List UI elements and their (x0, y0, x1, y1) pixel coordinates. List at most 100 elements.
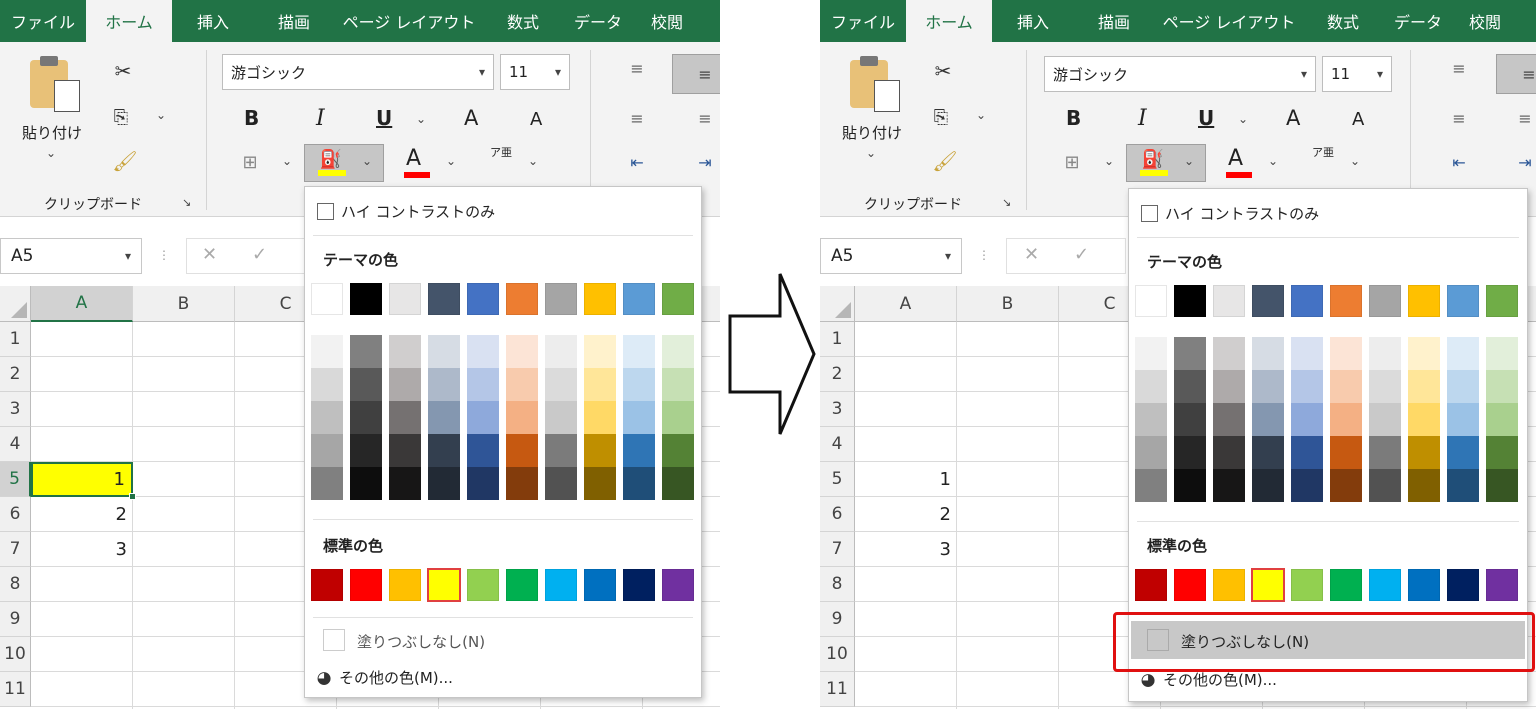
copy-dropdown-icon[interactable]: ⌄ (976, 108, 986, 122)
high-contrast-checkbox[interactable] (317, 203, 334, 220)
theme-shade-swatch[interactable] (350, 467, 382, 500)
standard-color-swatch[interactable] (623, 569, 655, 601)
theme-shade-swatch[interactable] (428, 434, 460, 467)
font-color-dropdown-icon[interactable]: ⌄ (1268, 154, 1278, 168)
clipboard-launcher-icon[interactable]: ↘ (182, 196, 191, 209)
theme-shade-swatch[interactable] (1213, 337, 1245, 370)
theme-color-swatch[interactable] (350, 283, 382, 315)
theme-color-swatch[interactable] (506, 283, 538, 315)
theme-shade-swatch[interactable] (389, 467, 421, 500)
align-top-icon[interactable]: ≡ (622, 56, 652, 80)
cell-a5[interactable]: 1 (855, 462, 957, 497)
row-header-3[interactable]: 3 (820, 392, 855, 427)
theme-shade-swatch[interactable] (311, 368, 343, 401)
decrease-indent-icon[interactable]: ⇤ (1444, 150, 1474, 174)
paste-dropdown-icon[interactable]: ⌄ (866, 146, 876, 160)
cancel-icon[interactable]: ✕ (202, 244, 217, 265)
tab-draw[interactable]: 描画 (254, 0, 334, 42)
align-center-icon[interactable]: ≡ (1510, 106, 1536, 130)
theme-shade-swatch[interactable] (1369, 337, 1401, 370)
theme-shade-swatch[interactable] (1408, 370, 1440, 403)
theme-shade-swatch[interactable] (1174, 370, 1206, 403)
theme-color-swatch[interactable] (311, 283, 343, 315)
standard-color-swatch[interactable] (1330, 569, 1362, 601)
increase-indent-icon[interactable]: ⇥ (690, 150, 720, 174)
row-header-1[interactable]: 1 (820, 322, 855, 357)
standard-color-swatch[interactable] (427, 568, 461, 602)
column-header-a[interactable]: A (31, 286, 133, 322)
borders-dropdown-icon[interactable]: ⌄ (1104, 154, 1114, 168)
row-header-10[interactable]: 10 (820, 637, 855, 672)
theme-shade-swatch[interactable] (506, 401, 538, 434)
theme-shade-swatch[interactable] (1291, 337, 1323, 370)
theme-shade-swatch[interactable] (662, 467, 694, 500)
theme-color-swatch[interactable] (1330, 285, 1362, 317)
borders-icon[interactable]: ⊞ (1058, 148, 1086, 176)
theme-shade-swatch[interactable] (506, 467, 538, 500)
standard-color-swatch[interactable] (1213, 569, 1245, 601)
cell-a6[interactable]: 2 (855, 497, 957, 532)
paste-icon[interactable] (846, 56, 906, 116)
phonetic-button[interactable]: ア亜 (490, 147, 512, 158)
theme-shade-swatch[interactable] (389, 401, 421, 434)
high-contrast-label[interactable]: ハイ コントラストのみ (341, 201, 495, 222)
name-box[interactable]: A5 ▾ (0, 238, 142, 274)
tab-file[interactable]: ファイル (0, 0, 86, 42)
theme-shade-swatch[interactable] (1486, 337, 1518, 370)
theme-shade-swatch[interactable] (545, 335, 577, 368)
row-header-11[interactable]: 11 (820, 672, 855, 707)
format-painter-icon[interactable]: 🖌 (110, 146, 140, 176)
no-fill-option[interactable]: 塗りつぶしなし(N) (1181, 631, 1309, 652)
theme-shade-swatch[interactable] (545, 467, 577, 500)
align-left-icon[interactable]: ≡ (622, 106, 652, 130)
theme-shade-swatch[interactable] (1135, 337, 1167, 370)
theme-shade-swatch[interactable] (350, 401, 382, 434)
no-fill-option[interactable]: 塗りつぶしなし(N) (357, 631, 485, 652)
font-name-box[interactable]: 游ゴシック ▾ (222, 54, 494, 90)
theme-shade-swatch[interactable] (1213, 403, 1245, 436)
chevron-down-icon[interactable]: ▾ (125, 249, 131, 263)
theme-shade-swatch[interactable] (1447, 469, 1479, 502)
theme-shade-swatch[interactable] (1447, 370, 1479, 403)
copy-dropdown-icon[interactable]: ⌄ (156, 108, 166, 122)
theme-shade-swatch[interactable] (1135, 370, 1167, 403)
theme-shade-swatch[interactable] (467, 335, 499, 368)
standard-color-swatch[interactable] (389, 569, 421, 601)
tab-file[interactable]: ファイル (820, 0, 906, 42)
italic-button[interactable]: I (1138, 106, 1147, 131)
italic-button[interactable]: I (316, 106, 325, 131)
standard-color-swatch[interactable] (1486, 569, 1518, 601)
row-header-7[interactable]: 7 (0, 532, 31, 567)
theme-shade-swatch[interactable] (662, 401, 694, 434)
theme-shade-swatch[interactable] (1213, 370, 1245, 403)
theme-color-swatch[interactable] (1291, 285, 1323, 317)
tab-review[interactable]: 校閲 (1454, 0, 1516, 42)
align-left-icon[interactable]: ≡ (1444, 106, 1474, 130)
copy-icon[interactable]: ⎘ (106, 102, 136, 132)
name-box[interactable]: A5 ▾ (820, 238, 962, 274)
theme-color-swatch[interactable] (1252, 285, 1284, 317)
theme-shade-swatch[interactable] (1252, 370, 1284, 403)
high-contrast-label[interactable]: ハイ コントラストのみ (1165, 203, 1319, 224)
standard-color-swatch[interactable] (584, 569, 616, 601)
row-header-5[interactable]: 5 (0, 462, 31, 497)
standard-color-swatch[interactable] (1174, 569, 1206, 601)
paste-label[interactable]: 貼り付け (842, 122, 902, 143)
no-fill-swatch[interactable] (323, 629, 345, 651)
theme-shade-swatch[interactable] (1369, 403, 1401, 436)
underline-dropdown-icon[interactable]: ⌄ (1238, 112, 1248, 126)
font-size-box[interactable]: 11 ▾ (500, 54, 570, 90)
theme-shade-swatch[interactable] (1174, 337, 1206, 370)
theme-shade-swatch[interactable] (1486, 469, 1518, 502)
font-size-box[interactable]: 11 ▾ (1322, 56, 1392, 92)
borders-icon[interactable]: ⊞ (236, 148, 264, 176)
theme-shade-swatch[interactable] (584, 467, 616, 500)
paste-dropdown-icon[interactable]: ⌄ (46, 146, 56, 160)
theme-shade-swatch[interactable] (350, 335, 382, 368)
row-header-7[interactable]: 7 (820, 532, 855, 567)
theme-shade-swatch[interactable] (1291, 370, 1323, 403)
tab-home[interactable]: ホーム (86, 0, 172, 42)
row-header-4[interactable]: 4 (820, 427, 855, 462)
theme-shade-swatch[interactable] (311, 335, 343, 368)
theme-shade-swatch[interactable] (1330, 403, 1362, 436)
